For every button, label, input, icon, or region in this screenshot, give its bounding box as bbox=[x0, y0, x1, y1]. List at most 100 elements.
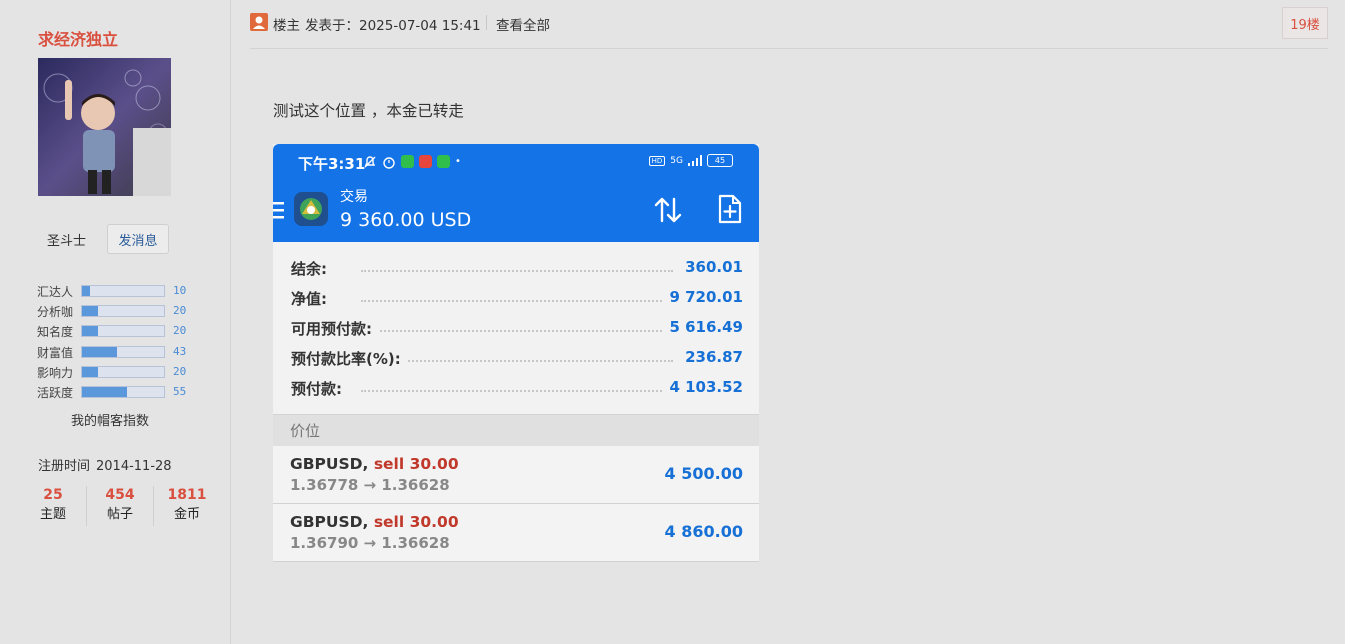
post-image[interactable]: 下午3:31 • HD 5G 45 交易 9 360.00 USD 结余: 36… bbox=[273, 144, 759, 562]
stat-value: 55 bbox=[173, 384, 187, 398]
dotted-leader bbox=[361, 360, 673, 362]
count-value: 25 bbox=[43, 487, 63, 503]
user-counts: 25 主题 454 帖子 1811 金币 bbox=[20, 486, 220, 526]
stat-bar-fill bbox=[82, 366, 99, 377]
status-icons: • bbox=[363, 155, 461, 169]
user-stats: 汇达人 10 分析咖 20 知名度 20 财富值 43 影响力 20 活跃度 5… bbox=[37, 282, 207, 403]
stat-bar-fill bbox=[82, 306, 99, 317]
phone-app-header: 下午3:31 • HD 5G 45 交易 9 360.00 USD bbox=[273, 144, 759, 242]
send-message-button[interactable]: 发消息 bbox=[107, 224, 169, 254]
post-time: 发表于：2025-07-04 15:41 bbox=[305, 18, 481, 34]
post-header: 楼主 发表于：2025-07-04 15:41 查看全部 19楼 bbox=[250, 0, 1328, 49]
register-label: 注册时间 bbox=[38, 459, 91, 474]
section-header: 价位 bbox=[273, 414, 759, 447]
menu-icon[interactable] bbox=[273, 200, 287, 220]
account-label: 预付款: bbox=[291, 378, 348, 399]
stat-bar bbox=[81, 325, 165, 338]
section-label: 价位 bbox=[290, 422, 321, 440]
symbol-name: GBPUSD, bbox=[290, 455, 369, 473]
app-title: 交易 bbox=[340, 189, 368, 205]
count-topics[interactable]: 25 主题 bbox=[20, 486, 87, 526]
dotted-leader bbox=[361, 390, 673, 392]
register-info: 注册时间 2014-11-28 bbox=[38, 455, 172, 474]
account-label: 结余: bbox=[291, 258, 333, 279]
stat-value: 43 bbox=[173, 344, 187, 358]
account-label: 净值: bbox=[291, 288, 333, 309]
account-label: 可用预付款: bbox=[291, 318, 378, 339]
position-profit: 4 500.00 bbox=[664, 464, 743, 483]
hd-icon: HD bbox=[648, 155, 666, 166]
user-sidebar: 求经济独立 圣斗士 发消息 汇达人 10 分析咖 20 知名度 20 财富值 4… bbox=[0, 0, 231, 644]
account-summary: 结余: 360.01 净值: 9 720.01 可用预付款: 5 616.49 … bbox=[273, 242, 759, 414]
dotted-leader bbox=[361, 270, 673, 272]
stat-name: 活跃度 bbox=[37, 385, 74, 400]
position-symbol: GBPUSD, sell 30.00 bbox=[290, 513, 459, 531]
position-side: sell 30.00 bbox=[373, 513, 459, 531]
app-logo-icon bbox=[294, 192, 328, 226]
stat-bar bbox=[81, 385, 165, 398]
count-label: 主题 bbox=[39, 507, 66, 522]
position-row[interactable]: GBPUSD, sell 30.00 1.36790 → 1.36628 4 8… bbox=[273, 504, 759, 562]
view-all-link[interactable]: 查看全部 bbox=[496, 14, 550, 34]
user-icon bbox=[250, 13, 268, 31]
stat-row: 分析咖 20 bbox=[37, 302, 207, 322]
stat-name: 知名度 bbox=[37, 325, 74, 340]
bell-off-icon bbox=[364, 156, 376, 168]
stat-row: 汇达人 10 bbox=[37, 282, 207, 302]
user-rank: 圣斗士 bbox=[47, 234, 87, 249]
position-row[interactable]: GBPUSD, sell 30.00 1.36778 → 1.36628 4 5… bbox=[273, 446, 759, 504]
stat-name: 财富值 bbox=[37, 345, 74, 360]
avatar[interactable] bbox=[38, 58, 171, 196]
position-symbol: GBPUSD, sell 30.00 bbox=[290, 455, 459, 473]
account-value: 360.01 bbox=[679, 258, 743, 276]
stat-value: 20 bbox=[173, 324, 187, 338]
position-prices: 1.36790 → 1.36628 bbox=[290, 534, 450, 552]
divider bbox=[486, 15, 487, 30]
stat-bar bbox=[81, 285, 165, 297]
count-label: 金币 bbox=[173, 507, 200, 522]
symbol-name: GBPUSD, bbox=[290, 513, 369, 531]
stat-bar-fill bbox=[82, 326, 99, 337]
count-posts[interactable]: 454 帖子 bbox=[87, 486, 154, 526]
username-link[interactable]: 求经济独立 bbox=[38, 26, 118, 50]
position-side: sell 30.00 bbox=[373, 455, 459, 473]
stat-bar-fill bbox=[82, 386, 128, 397]
account-row: 预付款比率(%): 236.87 bbox=[291, 342, 743, 372]
post-text: 测试这个位置 ，本金已转走 bbox=[273, 102, 464, 120]
dotted-leader bbox=[361, 330, 673, 332]
stat-name: 影响力 bbox=[37, 365, 74, 380]
dot-icon: • bbox=[455, 156, 461, 167]
stat-row: 活跃度 55 bbox=[37, 383, 207, 403]
position-profit: 4 860.00 bbox=[664, 522, 743, 541]
shield-icon bbox=[437, 155, 450, 168]
account-label: 预付款比率(%): bbox=[291, 348, 407, 369]
sort-icon[interactable] bbox=[653, 196, 683, 224]
stat-bar bbox=[81, 365, 165, 378]
blog-index-link[interactable]: 我的帽客指数 bbox=[71, 410, 149, 429]
account-row: 预付款: 4 103.52 bbox=[291, 372, 743, 402]
battery-icon: 45 bbox=[707, 154, 733, 167]
stat-value: 10 bbox=[173, 284, 187, 297]
position-prices: 1.36778 → 1.36628 bbox=[290, 476, 450, 494]
account-row: 可用预付款: 5 616.49 bbox=[291, 312, 743, 342]
stat-name: 汇达人 bbox=[37, 285, 74, 299]
stat-row: 知名度 20 bbox=[37, 322, 207, 342]
account-value: 9 720.01 bbox=[663, 288, 743, 306]
count-value: 1811 bbox=[167, 487, 207, 503]
stat-bar-fill bbox=[82, 286, 91, 296]
stat-name: 分析咖 bbox=[37, 305, 74, 320]
stat-bar-fill bbox=[82, 346, 118, 357]
new-order-icon[interactable] bbox=[717, 194, 743, 224]
register-date: 2014-11-28 bbox=[96, 459, 172, 474]
dotted-leader bbox=[361, 300, 673, 302]
avatar-photo bbox=[38, 58, 171, 196]
wechat-icon bbox=[401, 155, 414, 168]
stat-bar bbox=[81, 345, 165, 358]
status-right: HD 5G 45 bbox=[648, 154, 733, 167]
signal-icon bbox=[688, 155, 702, 166]
count-coins[interactable]: 1811 金币 bbox=[154, 486, 220, 526]
account-value: 236.87 bbox=[679, 348, 743, 366]
floor-number[interactable]: 19楼 bbox=[1282, 7, 1328, 39]
header-balance: 9 360.00 USD bbox=[340, 209, 472, 231]
owner-label: 楼主 bbox=[273, 18, 300, 34]
